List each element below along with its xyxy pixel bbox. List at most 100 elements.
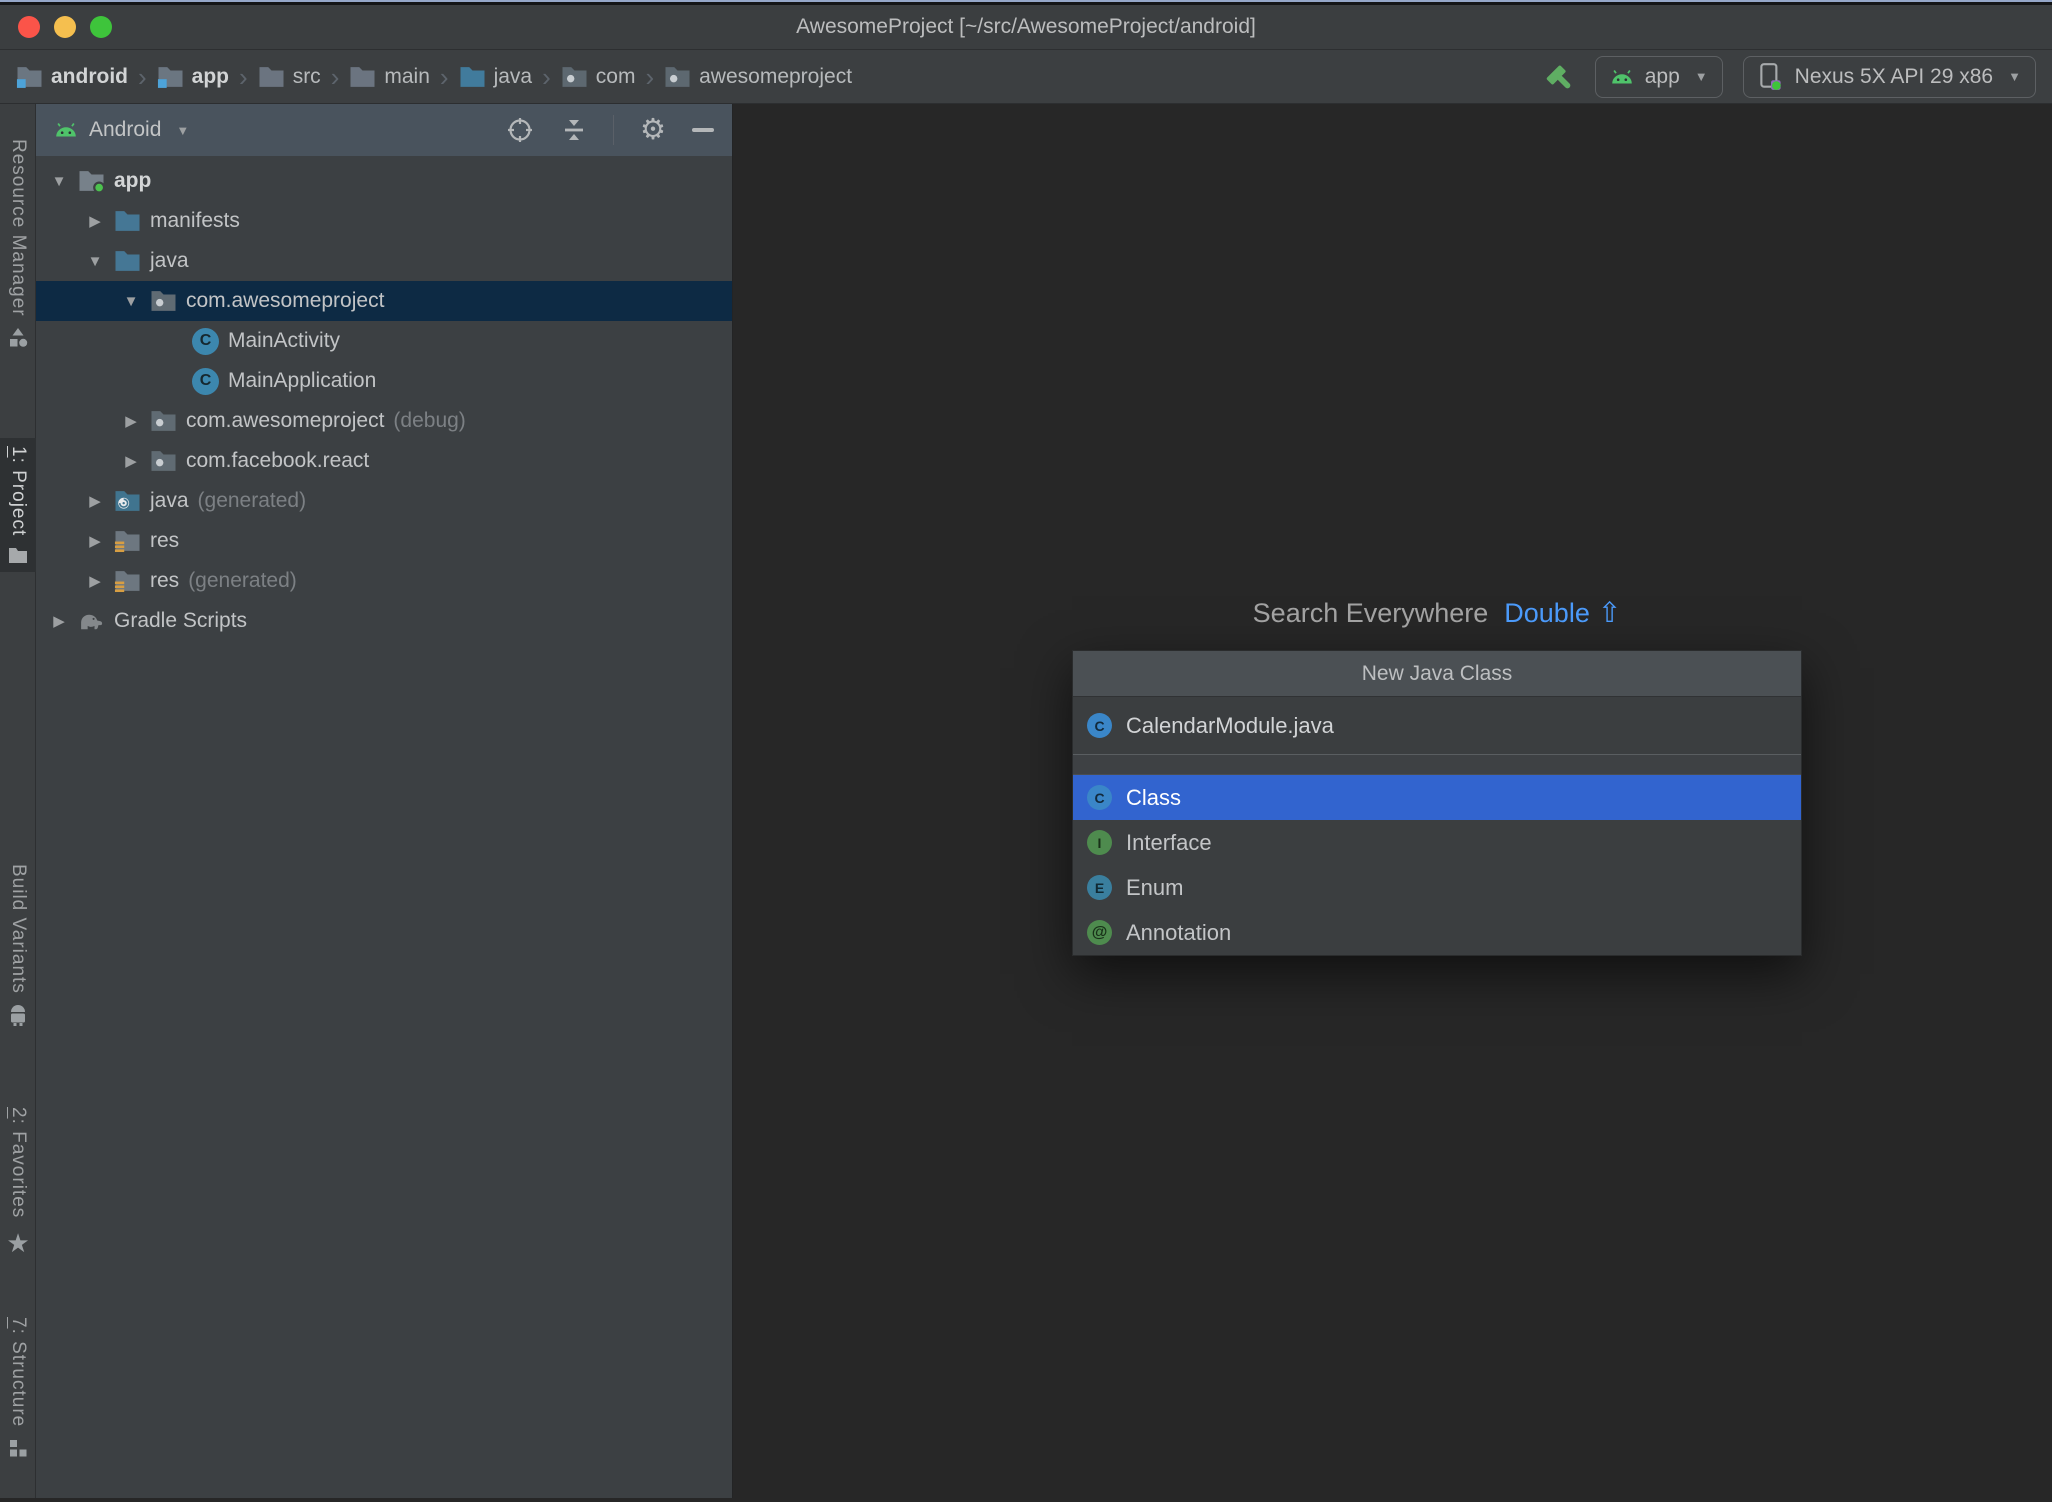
chevron-collapsed-icon[interactable]: ▶ (82, 532, 108, 550)
toolwindow-button-build-variants[interactable]: Build Variants (0, 856, 36, 1034)
breadcrumb-label: app (191, 64, 230, 88)
resource-folder-icon (114, 529, 141, 553)
module-folder-icon (16, 66, 42, 88)
breadcrumb-item-src[interactable]: src (258, 65, 321, 89)
navigation-toolbar: android › app › src › main › java › com … (0, 50, 2052, 104)
chevron-collapsed-icon[interactable]: ▶ (82, 212, 108, 230)
locate-icon[interactable] (505, 115, 535, 145)
kind-option-annotation[interactable]: @ Annotation (1073, 910, 1801, 955)
chevron-collapsed-icon[interactable]: ▶ (82, 572, 108, 590)
tool-window-stripe: Resource Manager 1: Project Build Varian… (0, 104, 36, 1498)
package-icon (562, 66, 587, 87)
collapse-all-icon[interactable] (561, 117, 587, 143)
tree-item-label: manifests (150, 209, 240, 232)
chevron-collapsed-icon[interactable]: ▶ (118, 452, 144, 470)
chevron-collapsed-icon[interactable]: ▶ (118, 412, 144, 430)
tree-item-suffix: (debug) (393, 409, 466, 432)
toolwindow-button-project[interactable]: 1: Project (0, 438, 36, 573)
run-configuration-label: app (1644, 64, 1680, 88)
toolwindow-label: 1: Project (8, 446, 29, 537)
run-configuration-dropdown[interactable]: app ▼ (1594, 55, 1723, 98)
breadcrumb-separator-icon: › (542, 61, 551, 92)
tree-item-label: res (150, 569, 180, 592)
kind-option-label: Enum (1126, 874, 1184, 900)
app-module-folder-icon (78, 169, 105, 193)
breadcrumb-item-com[interactable]: com (561, 64, 636, 89)
zoom-window-button[interactable] (90, 16, 112, 38)
package-icon (665, 66, 690, 87)
android-icon (1611, 69, 1632, 84)
breadcrumb-separator-icon: › (330, 61, 340, 92)
tree-row-manifests[interactable]: ▶ manifests (36, 201, 732, 241)
editor-area: Search Everywhere Double ⇧ New Java Class … (733, 104, 2052, 1498)
breadcrumb-item-java[interactable]: java (459, 65, 532, 89)
toolwindow-button-structure[interactable]: 7: Structure (0, 1309, 36, 1467)
dialog-divider (1073, 755, 1801, 775)
dialog-title: New Java Class (1073, 651, 1801, 697)
project-panel-header: Android ▼ ⚙ (36, 104, 732, 156)
toolwindow-label: 7: Structure (8, 1317, 29, 1428)
toolwindow-button-resource-manager[interactable]: Resource Manager (0, 131, 36, 357)
tree-row-res-generated[interactable]: ▶ res (generated) (36, 561, 732, 601)
breadcrumb-separator-icon: › (645, 61, 655, 92)
tree-row-mainactivity[interactable]: C MainActivity (36, 321, 732, 361)
tree-row-java-generated[interactable]: ▶ java (generated) (36, 481, 732, 521)
project-view-selector[interactable]: Android (89, 118, 161, 142)
tree-item-label: com.awesomeproject (186, 289, 385, 312)
breadcrumb-item-android[interactable]: android (16, 65, 128, 89)
tree-row-java[interactable]: ▼ java (36, 241, 732, 281)
tree-item-label: MainActivity (228, 329, 341, 352)
kind-list: C Class I Interface E Enum @ Annotation (1073, 775, 1801, 955)
chevron-collapsed-icon[interactable]: ▶ (82, 492, 108, 510)
chevron-down-icon[interactable]: ▼ (176, 123, 189, 138)
tree-row-com-awesomeproject[interactable]: ▼ com.awesomeproject (36, 281, 732, 321)
toolwindow-button-favorites[interactable]: 2: Favorites ★ (0, 1099, 36, 1267)
chevron-expanded-icon[interactable]: ▼ (118, 293, 144, 310)
class-name-input[interactable]: C CalendarModule.java (1073, 697, 1801, 755)
tree-item-suffix: (generated) (188, 569, 297, 592)
breadcrumb-separator-icon: › (239, 61, 248, 92)
tree-row-mainapplication[interactable]: C MainApplication (36, 361, 732, 401)
chevron-collapsed-icon[interactable]: ▶ (46, 612, 72, 630)
kind-option-class[interactable]: C Class (1073, 775, 1801, 820)
hammer-icon[interactable] (1543, 61, 1575, 93)
class-icon: C (1087, 785, 1112, 810)
tree-row-com-facebook-react[interactable]: ▶ com.facebook.react (36, 441, 732, 481)
tree-row-gradle-scripts[interactable]: ▶ Gradle Scripts (36, 601, 732, 641)
breadcrumb-item-awesomeproject[interactable]: awesomeproject (664, 65, 852, 89)
tree-item-label: com.awesomeproject (186, 409, 385, 432)
star-icon: ★ (6, 1228, 30, 1259)
panel-header-actions: ⚙ (505, 115, 714, 145)
tree-row-res[interactable]: ▶ res (36, 521, 732, 561)
device-selector-label: Nexus 5X API 29 x86 (1794, 64, 1994, 88)
toolwindow-label: 2: Favorites (8, 1107, 29, 1219)
package-icon (150, 289, 177, 313)
tree-row-app[interactable]: ▼ app (36, 161, 732, 201)
resource-folder-icon (114, 569, 141, 593)
chevron-expanded-icon[interactable]: ▼ (46, 173, 72, 190)
new-java-class-dialog: New Java Class C CalendarModule.java C C… (1072, 650, 1802, 956)
settings-gear-icon[interactable]: ⚙ (640, 115, 666, 145)
device-selector-dropdown[interactable]: Nexus 5X API 29 x86 ▼ (1742, 55, 2036, 98)
tree-item-label: java (150, 249, 189, 272)
popup-column: Search Everywhere Double ⇧ New Java Class … (1072, 596, 1802, 956)
class-icon: C (1087, 713, 1112, 738)
kind-option-interface[interactable]: I Interface (1073, 820, 1801, 865)
tree-item-label: MainApplication (228, 369, 377, 392)
kind-option-enum[interactable]: E Enum (1073, 865, 1801, 910)
main-area: Resource Manager 1: Project Build Varian… (0, 104, 2052, 1498)
chevron-expanded-icon[interactable]: ▼ (82, 253, 108, 270)
tree-row-com-awesomeproject-debug[interactable]: ▶ com.awesomeproject (debug) (36, 401, 732, 441)
close-window-button[interactable] (18, 16, 40, 38)
breadcrumb-label: android (51, 64, 128, 88)
class-name-value: CalendarModule.java (1126, 712, 1334, 738)
package-icon (150, 449, 177, 473)
toolbar-divider (613, 115, 614, 145)
breadcrumb-label: com (595, 64, 636, 88)
minimize-window-button[interactable] (54, 16, 76, 38)
breadcrumb-item-main[interactable]: main (349, 65, 430, 89)
tree-item-label: res (150, 529, 180, 552)
android-robot-icon (11, 1004, 25, 1026)
hide-panel-icon[interactable] (692, 128, 714, 132)
breadcrumb-item-app[interactable]: app (157, 65, 229, 89)
